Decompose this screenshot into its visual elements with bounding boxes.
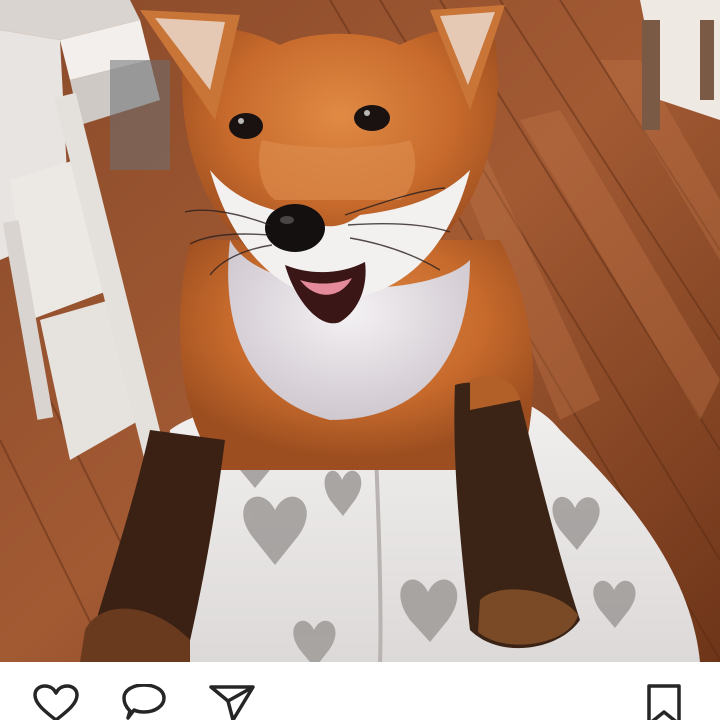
paper-plane-icon xyxy=(209,685,255,720)
post-photo[interactable] xyxy=(0,0,720,662)
like-button[interactable] xyxy=(32,684,80,720)
fox-photo xyxy=(0,0,720,662)
instagram-post xyxy=(0,0,720,720)
comment-button[interactable] xyxy=(120,684,168,720)
share-button[interactable] xyxy=(208,684,256,720)
post-action-bar xyxy=(0,662,720,720)
save-button[interactable] xyxy=(640,684,688,720)
heart-icon xyxy=(33,684,79,720)
bookmark-icon xyxy=(647,684,681,720)
speech-bubble-icon xyxy=(122,684,166,720)
